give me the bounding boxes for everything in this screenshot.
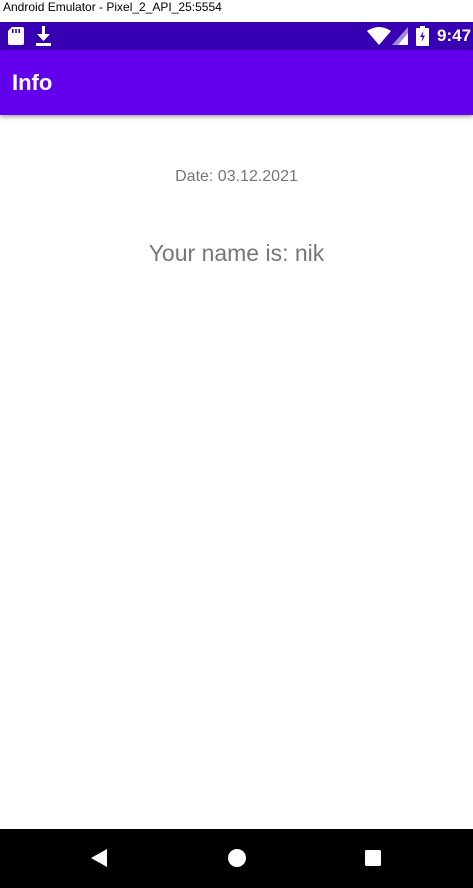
- sd-card-icon: [8, 27, 24, 45]
- battery-icon: [416, 26, 429, 46]
- status-time: 9:47: [437, 26, 472, 45]
- name-label: Your name is: nik: [148, 240, 325, 266]
- recents-icon: [365, 850, 381, 866]
- recents-button[interactable]: [358, 843, 388, 873]
- wifi-icon: [367, 27, 391, 45]
- navigation-bar: [0, 829, 473, 888]
- info-content: Date: 03.12.2021 Your name is: nik: [0, 115, 473, 829]
- back-button[interactable]: [84, 843, 114, 873]
- home-button[interactable]: [222, 843, 252, 873]
- home-icon: [228, 849, 246, 867]
- date-label: Date: 03.12.2021: [175, 168, 298, 185]
- app-bar-title: Info: [12, 70, 53, 95]
- app-bar: Info: [0, 50, 473, 115]
- signal-icon: [392, 27, 408, 45]
- back-icon: [91, 849, 107, 867]
- status-bar: 9:47: [0, 22, 473, 50]
- emulator-window-title: Android Emulator - Pixel_2_API_25:5554: [0, 0, 473, 22]
- download-icon: [36, 26, 51, 46]
